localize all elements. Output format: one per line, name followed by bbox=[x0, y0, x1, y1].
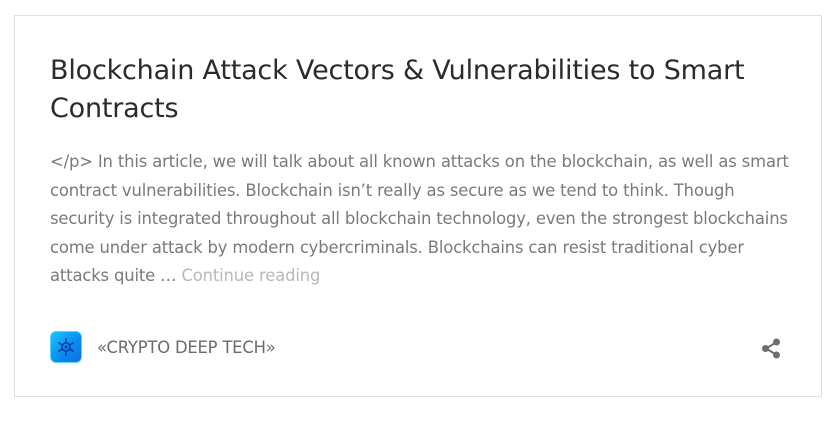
continue-reading-link[interactable]: Continue reading bbox=[181, 266, 320, 285]
post-title[interactable]: Blockchain Attack Vectors & Vulnerabilit… bbox=[50, 52, 790, 128]
share-button[interactable] bbox=[759, 336, 783, 360]
post-card: Blockchain Attack Vectors & Vulnerabilit… bbox=[14, 15, 822, 397]
author-name: «CRYPTO DEEP TECH» bbox=[97, 337, 276, 357]
excerpt-text: </p> In this article, we will talk about… bbox=[50, 152, 789, 286]
post-excerpt: </p> In this article, we will talk about… bbox=[50, 148, 790, 291]
share-icon bbox=[762, 338, 780, 359]
crypto-logo-icon bbox=[57, 338, 75, 356]
author-link[interactable]: «CRYPTO DEEP TECH» bbox=[50, 330, 276, 364]
avatar bbox=[50, 331, 82, 363]
